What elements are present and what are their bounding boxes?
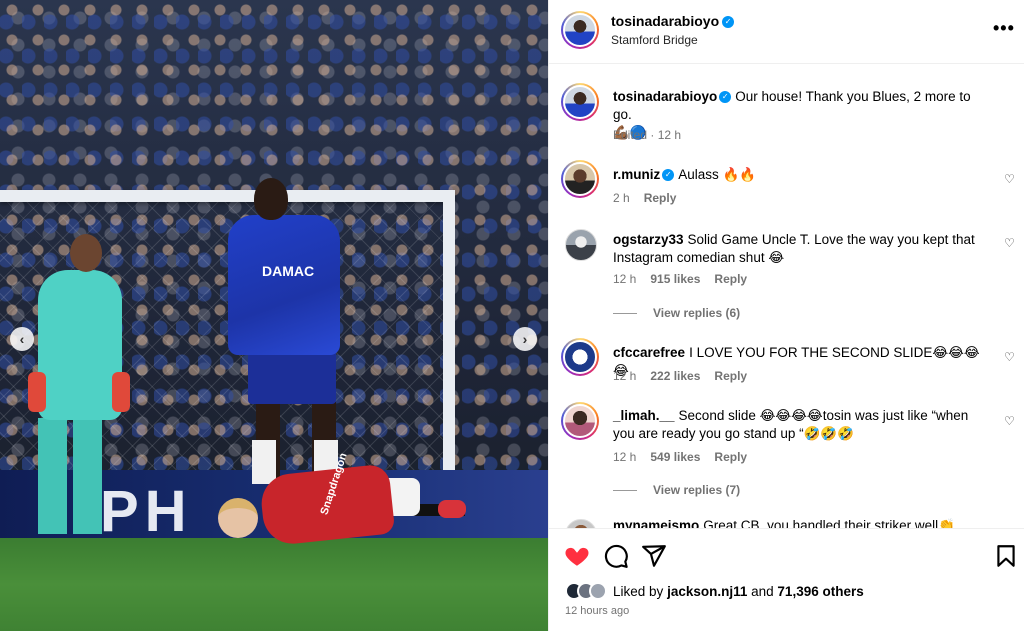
liked-and: and (751, 583, 774, 599)
edited-label: Edited (613, 128, 648, 142)
reply-button[interactable]: Reply (714, 272, 747, 286)
standing-player-shorts (248, 350, 336, 404)
header-divider (549, 63, 1024, 64)
shirt-sponsor: DAMAC (262, 263, 315, 279)
standing-player (228, 215, 340, 355)
comment: _limah.__ Second slide 😂😂😂😂tosin was just… (613, 407, 983, 443)
commenter-avatar[interactable] (561, 338, 599, 376)
comment-username[interactable]: r.muniz (613, 167, 660, 182)
goal-crossbar (0, 190, 455, 202)
fallen-player-boot (438, 500, 466, 518)
comment-username[interactable]: ogstarzy33 (613, 232, 684, 247)
view-replies-button[interactable]: View replies (6) (613, 306, 740, 320)
replies-line (613, 312, 637, 314)
comment: r.muniz ✓ Aulass 🔥🔥 (613, 166, 983, 184)
chevron-left-icon: ‹ (19, 331, 25, 347)
post-time-ago[interactable]: 12 hours ago (565, 605, 629, 617)
goalkeeper-glove (112, 372, 130, 412)
view-replies-label: View replies (6) (653, 306, 741, 320)
avatar-image (563, 85, 597, 119)
comment-meta: 12 h 222 likes Reply (613, 369, 761, 383)
avatar-image (563, 404, 597, 438)
comment-username[interactable]: cfccarefree (613, 345, 685, 360)
reply-button[interactable]: Reply (714, 369, 747, 383)
goalkeeper-glove (28, 372, 46, 412)
post-location[interactable]: Stamford Bridge (611, 33, 698, 47)
chevron-right-icon: › (522, 331, 528, 347)
reply-button[interactable]: Reply (644, 191, 677, 205)
goalkeeper (38, 270, 122, 420)
comment: mynameismo Great CB, you handled their st… (613, 518, 993, 528)
share-icon[interactable] (641, 543, 667, 569)
view-replies-button[interactable]: View replies (7) (613, 483, 740, 497)
verified-badge-icon: ✓ (662, 169, 675, 182)
liker-avatar (589, 582, 607, 600)
username-text[interactable]: tosinadarabioyo (611, 13, 719, 29)
liked-by-user[interactable]: jackson.nj11 (667, 584, 747, 599)
author-username[interactable]: tosinadarabioyo ✓ (611, 13, 735, 29)
liked-others[interactable]: 71,396 others (777, 584, 863, 599)
view-replies-label: View replies (7) (653, 483, 741, 497)
carousel-next-button[interactable]: › (513, 327, 537, 351)
comment-username[interactable]: _limah.__ (613, 408, 675, 423)
comment-likes[interactable]: 549 likes (650, 450, 700, 464)
more-options-icon[interactable]: ••• (993, 18, 1015, 39)
pitch (0, 538, 548, 631)
comment-meta: 2 h Reply (613, 191, 690, 205)
replies-line (613, 489, 637, 491)
commenter-avatar[interactable] (561, 402, 599, 440)
post-actions: Liked by jackson.nj11 and 71,396 others … (549, 528, 1024, 631)
like-comment-heart-icon[interactable]: ♡ (1004, 414, 1015, 428)
commenter-avatar[interactable] (565, 229, 597, 261)
comment-meta: 12 h 915 likes Reply (613, 272, 761, 286)
avatar-image (563, 13, 597, 47)
verified-badge-icon: ✓ (722, 16, 735, 29)
caption-meta: Edited · 12 h (613, 128, 682, 142)
goalkeeper-head (70, 234, 102, 272)
comment-likes[interactable]: 222 likes (650, 369, 700, 383)
comment-username[interactable]: mynameismo (613, 518, 699, 528)
avatar-image (563, 162, 597, 196)
save-bookmark-icon[interactable] (993, 543, 1019, 569)
standing-player-head (254, 178, 288, 220)
comment-time[interactable]: 12 h (613, 272, 636, 286)
author-avatar[interactable] (561, 11, 599, 49)
carousel-prev-button[interactable]: ‹ (10, 327, 34, 351)
comment-time[interactable]: 2 h (613, 191, 630, 205)
comment-text: Great CB, you handled their striker well… (703, 518, 955, 528)
post-side-panel: tosinadarabioyo ✓ Stamford Bridge ••• tos… (548, 0, 1024, 631)
comment-text: Aulass 🔥🔥 (678, 167, 757, 182)
like-comment-heart-icon[interactable]: ♡ (1004, 172, 1015, 186)
fallen-player-head (218, 498, 258, 538)
like-comment-heart-icon[interactable]: ♡ (1004, 236, 1015, 250)
comment-likes[interactable]: 915 likes (650, 272, 700, 286)
post-photo[interactable]: PH DAMAC Snapdragon ‹ › (0, 0, 548, 631)
comment-icon[interactable] (603, 543, 629, 569)
reply-button[interactable]: Reply (714, 450, 747, 464)
caption-avatar[interactable] (561, 83, 599, 121)
avatar-image (563, 340, 597, 374)
like-heart-icon[interactable] (564, 543, 590, 569)
ad-board-text: PH (100, 479, 193, 544)
commenter-avatar[interactable] (561, 160, 599, 198)
comment-time[interactable]: 12 h (613, 369, 636, 383)
likes-summary[interactable]: Liked by jackson.nj11 and 71,396 others (565, 582, 864, 600)
caption-username[interactable]: tosinadarabioyo (613, 89, 717, 104)
liked-by-prefix: Liked by (613, 583, 664, 599)
comment-meta: 12 h 549 likes Reply (613, 450, 761, 464)
like-comment-heart-icon[interactable]: ♡ (1004, 350, 1015, 364)
liker-avatars (565, 582, 607, 600)
goalkeeper-legs (38, 418, 102, 534)
comment: ogstarzy33 Solid Game Uncle T. Love the w… (613, 231, 983, 267)
caption-time[interactable]: 12 h (658, 128, 681, 142)
verified-badge-icon: ✓ (719, 91, 732, 104)
comment-time[interactable]: 12 h (613, 450, 636, 464)
